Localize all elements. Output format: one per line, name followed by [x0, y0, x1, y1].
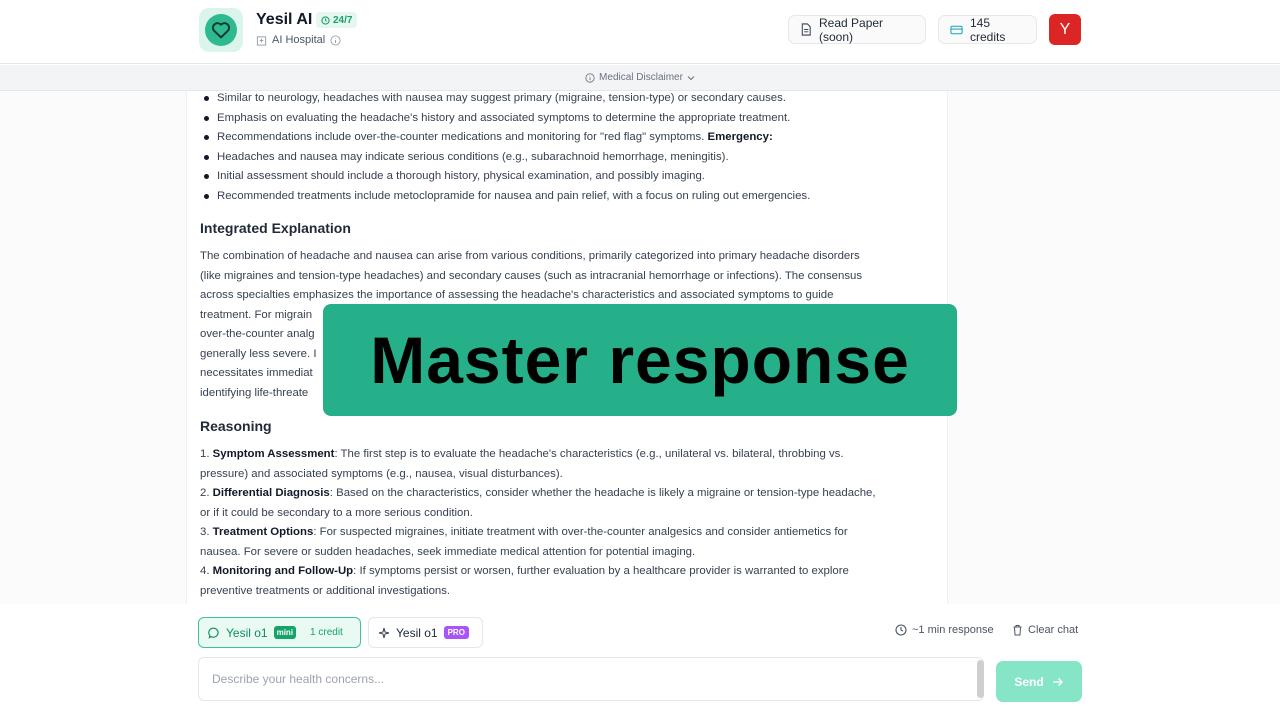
mini-tag: mini [273, 626, 297, 639]
avatar[interactable]: Y [1049, 14, 1081, 45]
document-icon [800, 23, 812, 36]
clock-icon [895, 624, 907, 636]
clear-chat-button[interactable]: Clear chat [1012, 624, 1078, 636]
model-option-pro[interactable]: Yesil o1 PRO [368, 617, 483, 648]
page-margin-right [948, 91, 1280, 604]
clock-icon [321, 15, 330, 25]
info-icon [585, 72, 595, 83]
reasoning-list: 1. Symptom Assessment: The first step is… [200, 445, 940, 601]
send-button[interactable]: Send [996, 661, 1082, 702]
response-time: ~1 min response [895, 624, 994, 636]
heart-icon [205, 14, 237, 46]
health-concerns-input[interactable] [199, 658, 983, 700]
section-heading: Reasoning [200, 418, 272, 434]
caption-overlay: Master response [323, 304, 957, 416]
specialty-bullets: Similar to neurology, headaches with nau… [200, 91, 940, 208]
medical-disclaimer-toggle[interactable]: Medical Disclaimer [0, 65, 1280, 91]
trash-icon [1012, 624, 1023, 636]
list-item: Headaches and nausea may indicate seriou… [200, 150, 940, 170]
list-item: 2. Differential Diagnosis: Based on the … [200, 487, 876, 499]
list-item: Recommended treatments include metoclopr… [200, 189, 940, 209]
list-item: 3. Treatment Options: For suspected migr… [200, 526, 848, 538]
health-concerns-input-wrapper [198, 657, 984, 701]
arrow-right-icon [1052, 677, 1064, 687]
logo[interactable] [199, 8, 243, 52]
app-header: Yesil AI 24/7 AI Hospital Read Paper (so… [0, 0, 1280, 64]
chevron-down-icon [687, 75, 695, 81]
hospital-icon [256, 35, 267, 46]
sparkle-icon [378, 627, 390, 639]
subtitle: AI Hospital [256, 34, 341, 46]
page-margin-left [0, 91, 186, 604]
list-item: Emphasis on evaluating the headache's hi… [200, 111, 940, 131]
availability-badge: 24/7 [316, 12, 358, 28]
info-icon[interactable] [330, 34, 341, 46]
read-paper-button[interactable]: Read Paper (soon) [788, 15, 926, 44]
section-heading: Integrated Explanation [200, 220, 351, 236]
brand-title: Yesil AI [256, 11, 313, 28]
input-scrollbar[interactable] [977, 660, 984, 698]
list-item: Initial assessment should include a thor… [200, 169, 940, 189]
credits-button[interactable]: 145 credits [938, 15, 1037, 44]
list-item: Similar to neurology, headaches with nau… [200, 91, 940, 111]
chat-bubble-icon [208, 627, 220, 639]
credit-cost: 1 credit [310, 627, 343, 638]
card-icon [950, 25, 963, 35]
list-item: 1. Symptom Assessment: The first step is… [200, 448, 844, 460]
pro-tag: PRO [443, 626, 469, 639]
composer: Yesil o1 mini 1 credit Yesil o1 PRO ~1 m… [0, 604, 1280, 720]
model-option-mini[interactable]: Yesil o1 mini 1 credit [198, 617, 361, 648]
list-item: Recommendations include over-the-counter… [200, 130, 940, 150]
list-item: 4. Monitoring and Follow-Up: If symptoms… [200, 565, 849, 577]
